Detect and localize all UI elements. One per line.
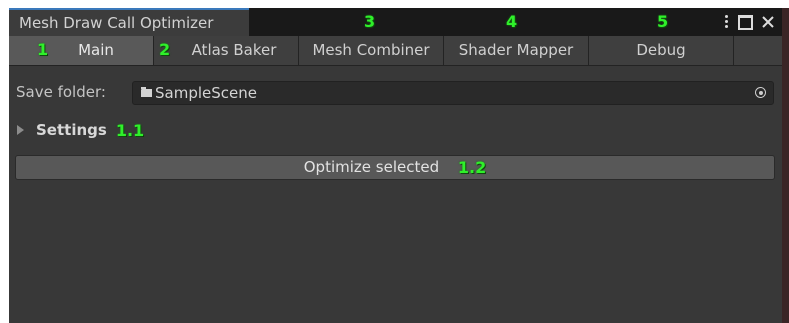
editor-window: Mesh Draw Call Optimizer 3 4 5 1 Main 2 … [9,8,782,323]
save-folder-label: Save folder: [16,83,106,101]
window-controls [725,11,774,33]
tab-atlas-baker[interactable]: 2 Atlas Baker [154,36,299,66]
tab-spacer [734,36,782,66]
folder-icon [141,87,152,97]
annotation-marker-5: 5 [657,12,669,31]
background-edge [782,8,789,323]
tab-label: Shader Mapper [458,41,574,59]
toolbar-tabs: 1 Main 2 Atlas Baker Mesh Combiner Shade… [9,36,782,66]
foldout-arrow-icon[interactable] [17,125,24,135]
tab-mesh-combiner[interactable]: Mesh Combiner [299,36,444,66]
save-folder-field[interactable]: SampleScene [132,81,774,105]
tab-label: Debug [636,41,686,59]
tab-label: Main [78,41,114,59]
optimize-selected-button[interactable]: Optimize selected 1.2 [15,155,775,180]
tab-debug[interactable]: Debug [589,36,734,66]
tab-label: Atlas Baker [191,41,277,59]
maximize-icon[interactable] [738,14,753,30]
settings-label: Settings [36,121,107,139]
kebab-menu-icon[interactable] [725,15,729,29]
save-folder-value: SampleScene [155,84,257,102]
window-title: Mesh Draw Call Optimizer [19,14,214,32]
tab-main[interactable]: 1 Main [9,36,154,66]
tab-label: Mesh Combiner [312,41,430,59]
annotation-marker-1-2: 1.2 [457,158,487,177]
tab-marker: 1 [37,40,49,59]
settings-foldout[interactable]: Settings 1.1 [17,120,144,140]
annotation-marker-1-1: 1.1 [115,121,145,140]
optimize-button-label: Optimize selected [303,158,440,176]
window-title-tab[interactable]: Mesh Draw Call Optimizer [9,8,249,36]
close-icon[interactable] [762,16,774,28]
tab-marker: 2 [159,40,171,59]
annotation-marker-3: 3 [364,12,376,31]
tab-shader-mapper[interactable]: Shader Mapper [444,36,589,66]
object-picker-icon[interactable] [755,87,766,98]
window-titlebar: Mesh Draw Call Optimizer 3 4 5 [9,8,782,36]
annotation-marker-4: 4 [506,12,518,31]
